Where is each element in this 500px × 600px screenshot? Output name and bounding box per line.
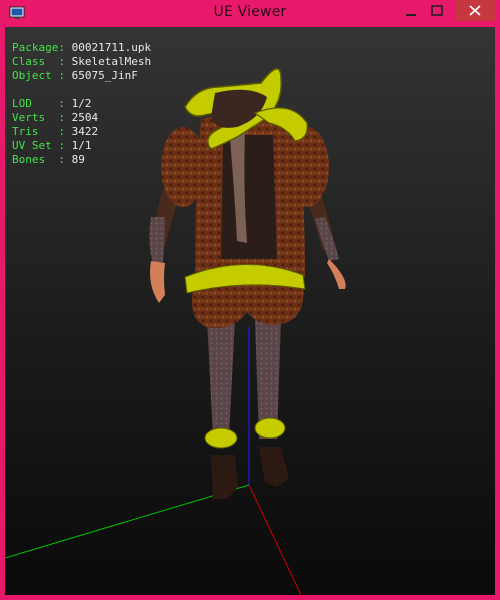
package-label: Package: (12, 41, 65, 54)
verts-label: Verts : (12, 111, 65, 124)
class-value: SkeletalMesh (71, 55, 152, 68)
vest (221, 135, 277, 259)
minimize-icon (406, 14, 416, 16)
object-value: 65075_JinF (71, 69, 138, 82)
right-boot-cuff (254, 417, 286, 439)
close-button[interactable] (455, 0, 495, 21)
close-icon (469, 5, 481, 16)
uvset-value: 1/1 (71, 139, 92, 152)
title-bar[interactable]: UE Viewer (5, 0, 495, 27)
tris-label: Tris : (12, 125, 65, 138)
3d-viewport[interactable]: Package: 00021711.upk Class : SkeletalMe… (5, 27, 495, 595)
uvset-label: UV Set : (12, 139, 65, 152)
class-label: Class : (12, 55, 65, 68)
axis-x (5, 484, 250, 559)
object-label: Object : (12, 69, 65, 82)
right-hand (327, 259, 346, 289)
right-forearm (315, 217, 339, 261)
left-boot-cuff (204, 427, 238, 449)
maximize-icon (431, 5, 443, 16)
left-hand (150, 261, 165, 303)
axis-y (248, 484, 302, 595)
left-boot (211, 455, 238, 499)
right-boot (259, 447, 289, 487)
maximize-button[interactable] (424, 1, 450, 21)
left-leg (207, 319, 235, 437)
package-value: 00021711.upk (71, 41, 152, 54)
verts-value: 2504 (71, 111, 99, 124)
minimize-button[interactable] (398, 1, 424, 21)
bones-label: Bones : (12, 153, 65, 166)
tris-value: 3422 (71, 125, 99, 138)
app-window: UE Viewer Package: 00021711.upk Class: … (0, 0, 500, 600)
lod-value: 1/2 (71, 97, 92, 110)
left-forearm (149, 217, 165, 263)
mesh-info-overlay: Package: 00021711.upk Class : SkeletalMe… (12, 41, 151, 167)
bones-value: 89 (71, 153, 85, 166)
lod-label: LOD : (12, 97, 65, 110)
